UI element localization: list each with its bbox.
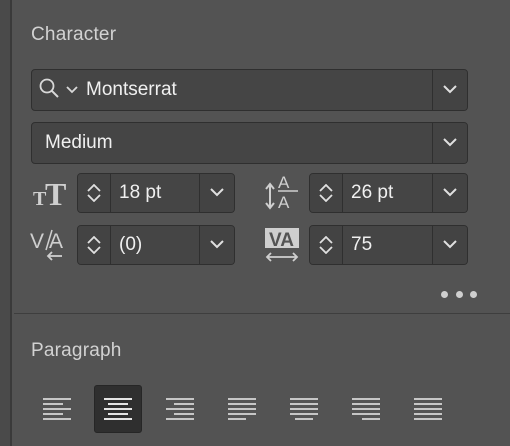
chevron-down-icon	[443, 81, 457, 99]
leading-field[interactable]: 26 pt	[309, 173, 468, 213]
svg-text:A: A	[49, 230, 63, 253]
stepper-up-icon	[87, 236, 101, 244]
chevron-down-icon	[443, 236, 457, 254]
stepper-down-icon	[319, 194, 333, 202]
align-center-icon	[104, 398, 132, 420]
justify-all-icon	[414, 398, 442, 420]
stepper-up-icon	[319, 236, 333, 244]
more-dot	[470, 290, 477, 298]
stepper-down-icon	[87, 246, 101, 254]
font-size-dropdown-button[interactable]	[199, 174, 234, 212]
font-size-value[interactable]: 18 pt	[111, 174, 199, 212]
leading-dropdown-button[interactable]	[432, 174, 467, 212]
chevron-down-icon	[210, 184, 224, 202]
paragraph-section-title: Paragraph	[31, 340, 122, 361]
svg-text:A: A	[278, 173, 290, 192]
font-style-dropdown-button[interactable]	[432, 123, 467, 163]
more-options-icon[interactable]	[441, 286, 477, 302]
font-family-value[interactable]: Montserrat	[84, 70, 432, 110]
kerning-value[interactable]: (0)	[111, 226, 199, 264]
svg-text:A: A	[278, 193, 290, 211]
justify-last-center-icon	[290, 398, 318, 420]
font-search-toggle[interactable]	[32, 70, 84, 110]
character-section-title: Character	[31, 24, 117, 45]
chevron-down-icon	[66, 81, 78, 99]
align-left-icon	[43, 398, 71, 420]
stepper-up-icon	[319, 184, 333, 192]
font-family-dropdown[interactable]: Montserrat	[31, 69, 468, 111]
tracking-field[interactable]: 75	[309, 225, 468, 265]
leading-icon: A A	[264, 171, 302, 216]
justify-last-right-button[interactable]	[342, 385, 390, 433]
tracking-value[interactable]: 75	[343, 226, 432, 264]
kerning-stepper[interactable]	[78, 226, 111, 264]
section-divider	[14, 313, 510, 314]
svg-text:T: T	[45, 176, 66, 209]
kerning-dropdown-button[interactable]	[199, 226, 234, 264]
justify-last-center-button[interactable]	[280, 385, 328, 433]
font-size-field[interactable]: 18 pt	[77, 173, 235, 213]
tracking-stepper[interactable]	[310, 226, 343, 264]
chevron-down-icon	[210, 236, 224, 254]
align-right-button[interactable]	[156, 385, 204, 433]
justify-last-left-icon	[228, 398, 256, 420]
stepper-up-icon	[87, 184, 101, 192]
font-family-dropdown-button[interactable]	[432, 70, 467, 110]
search-icon	[38, 77, 62, 104]
justify-last-right-icon	[352, 398, 380, 420]
chevron-down-icon	[443, 134, 457, 152]
svg-text:V: V	[30, 230, 44, 253]
align-left-button[interactable]	[33, 385, 81, 433]
align-right-icon	[166, 398, 194, 420]
tracking-icon: VA	[263, 226, 303, 269]
font-style-value[interactable]: Medium	[32, 123, 432, 163]
more-dot	[455, 290, 463, 298]
kerning-icon: V A	[30, 226, 70, 267]
panel-left-edge	[0, 0, 12, 446]
font-size-icon: T T	[31, 175, 71, 214]
tracking-dropdown-button[interactable]	[432, 226, 467, 264]
font-style-dropdown[interactable]: Medium	[31, 122, 468, 164]
more-dot	[441, 290, 448, 298]
stepper-down-icon	[319, 246, 333, 254]
leading-value[interactable]: 26 pt	[343, 174, 432, 212]
stepper-down-icon	[87, 194, 101, 202]
font-size-stepper[interactable]	[78, 174, 111, 212]
leading-stepper[interactable]	[310, 174, 343, 212]
align-center-button[interactable]	[94, 385, 142, 433]
chevron-down-icon	[443, 184, 457, 202]
svg-text:VA: VA	[269, 230, 294, 251]
justify-last-left-button[interactable]	[218, 385, 266, 433]
justify-all-button[interactable]	[404, 385, 452, 433]
kerning-field[interactable]: (0)	[77, 225, 235, 265]
